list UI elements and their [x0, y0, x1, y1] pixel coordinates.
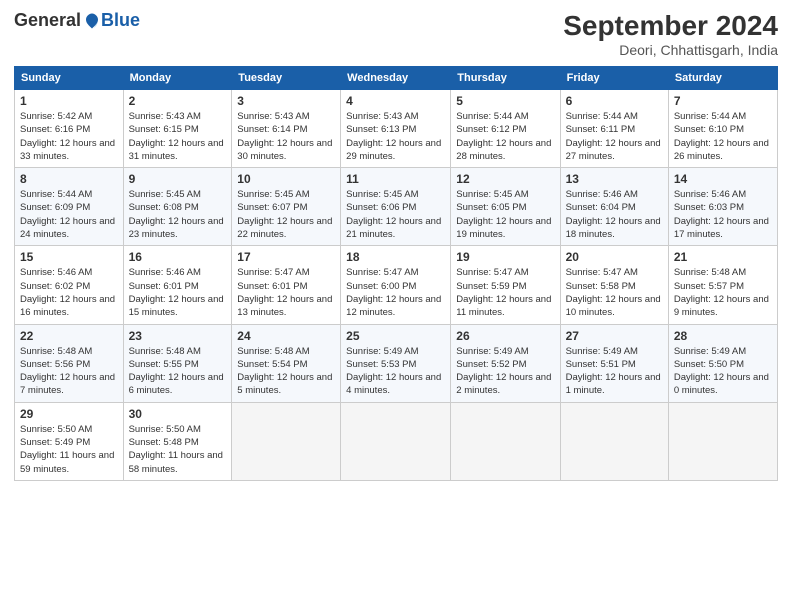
empty-cell — [341, 402, 451, 480]
col-monday: Monday — [123, 67, 232, 90]
calendar-week-4: 22 Sunrise: 5:48 AM Sunset: 5:56 PM Dayl… — [15, 324, 778, 402]
table-row: 7 Sunrise: 5:44 AM Sunset: 6:10 PM Dayli… — [668, 90, 777, 168]
calendar-header-row: Sunday Monday Tuesday Wednesday Thursday… — [15, 67, 778, 90]
calendar-week-1: 1 Sunrise: 5:42 AM Sunset: 6:16 PM Dayli… — [15, 90, 778, 168]
col-saturday: Saturday — [668, 67, 777, 90]
month-title: September 2024 — [563, 10, 778, 42]
table-row: 8 Sunrise: 5:44 AM Sunset: 6:09 PM Dayli… — [15, 168, 124, 246]
table-row: 20 Sunrise: 5:47 AM Sunset: 5:58 PM Dayl… — [560, 246, 668, 324]
empty-cell — [560, 402, 668, 480]
col-wednesday: Wednesday — [341, 67, 451, 90]
col-thursday: Thursday — [451, 67, 560, 90]
table-row: 26 Sunrise: 5:49 AM Sunset: 5:52 PM Dayl… — [451, 324, 560, 402]
calendar-week-2: 8 Sunrise: 5:44 AM Sunset: 6:09 PM Dayli… — [15, 168, 778, 246]
logo-icon — [83, 12, 101, 30]
table-row: 19 Sunrise: 5:47 AM Sunset: 5:59 PM Dayl… — [451, 246, 560, 324]
empty-cell — [668, 402, 777, 480]
col-tuesday: Tuesday — [232, 67, 341, 90]
table-row: 2 Sunrise: 5:43 AM Sunset: 6:15 PM Dayli… — [123, 90, 232, 168]
table-row: 12 Sunrise: 5:45 AM Sunset: 6:05 PM Dayl… — [451, 168, 560, 246]
empty-cell — [451, 402, 560, 480]
table-row: 4 Sunrise: 5:43 AM Sunset: 6:13 PM Dayli… — [341, 90, 451, 168]
table-row: 13 Sunrise: 5:46 AM Sunset: 6:04 PM Dayl… — [560, 168, 668, 246]
table-row: 28 Sunrise: 5:49 AM Sunset: 5:50 PM Dayl… — [668, 324, 777, 402]
table-row: 29 Sunrise: 5:50 AM Sunset: 5:49 PM Dayl… — [15, 402, 124, 480]
table-row: 25 Sunrise: 5:49 AM Sunset: 5:53 PM Dayl… — [341, 324, 451, 402]
table-row: 9 Sunrise: 5:45 AM Sunset: 6:08 PM Dayli… — [123, 168, 232, 246]
table-row: 1 Sunrise: 5:42 AM Sunset: 6:16 PM Dayli… — [15, 90, 124, 168]
table-row: 30 Sunrise: 5:50 AM Sunset: 5:48 PM Dayl… — [123, 402, 232, 480]
logo-text: General Blue — [14, 10, 140, 31]
header: General Blue September 2024 Deori, Chhat… — [14, 10, 778, 58]
calendar-week-5: 29 Sunrise: 5:50 AM Sunset: 5:49 PM Dayl… — [15, 402, 778, 480]
page-container: General Blue September 2024 Deori, Chhat… — [0, 0, 792, 491]
table-row: 23 Sunrise: 5:48 AM Sunset: 5:55 PM Dayl… — [123, 324, 232, 402]
table-row: 10 Sunrise: 5:45 AM Sunset: 6:07 PM Dayl… — [232, 168, 341, 246]
empty-cell — [232, 402, 341, 480]
title-block: September 2024 Deori, Chhattisgarh, Indi… — [563, 10, 778, 58]
table-row: 22 Sunrise: 5:48 AM Sunset: 5:56 PM Dayl… — [15, 324, 124, 402]
table-row: 21 Sunrise: 5:48 AM Sunset: 5:57 PM Dayl… — [668, 246, 777, 324]
calendar-week-3: 15 Sunrise: 5:46 AM Sunset: 6:02 PM Dayl… — [15, 246, 778, 324]
logo-general: General — [14, 10, 81, 31]
table-row: 14 Sunrise: 5:46 AM Sunset: 6:03 PM Dayl… — [668, 168, 777, 246]
location: Deori, Chhattisgarh, India — [563, 42, 778, 58]
table-row: 18 Sunrise: 5:47 AM Sunset: 6:00 PM Dayl… — [341, 246, 451, 324]
table-row: 17 Sunrise: 5:47 AM Sunset: 6:01 PM Dayl… — [232, 246, 341, 324]
logo: General Blue — [14, 10, 140, 31]
col-friday: Friday — [560, 67, 668, 90]
table-row: 27 Sunrise: 5:49 AM Sunset: 5:51 PM Dayl… — [560, 324, 668, 402]
table-row: 16 Sunrise: 5:46 AM Sunset: 6:01 PM Dayl… — [123, 246, 232, 324]
calendar-table: Sunday Monday Tuesday Wednesday Thursday… — [14, 66, 778, 481]
table-row: 5 Sunrise: 5:44 AM Sunset: 6:12 PM Dayli… — [451, 90, 560, 168]
table-row: 6 Sunrise: 5:44 AM Sunset: 6:11 PM Dayli… — [560, 90, 668, 168]
table-row: 15 Sunrise: 5:46 AM Sunset: 6:02 PM Dayl… — [15, 246, 124, 324]
logo-blue: Blue — [101, 10, 140, 31]
table-row: 3 Sunrise: 5:43 AM Sunset: 6:14 PM Dayli… — [232, 90, 341, 168]
col-sunday: Sunday — [15, 67, 124, 90]
table-row: 11 Sunrise: 5:45 AM Sunset: 6:06 PM Dayl… — [341, 168, 451, 246]
table-row: 24 Sunrise: 5:48 AM Sunset: 5:54 PM Dayl… — [232, 324, 341, 402]
